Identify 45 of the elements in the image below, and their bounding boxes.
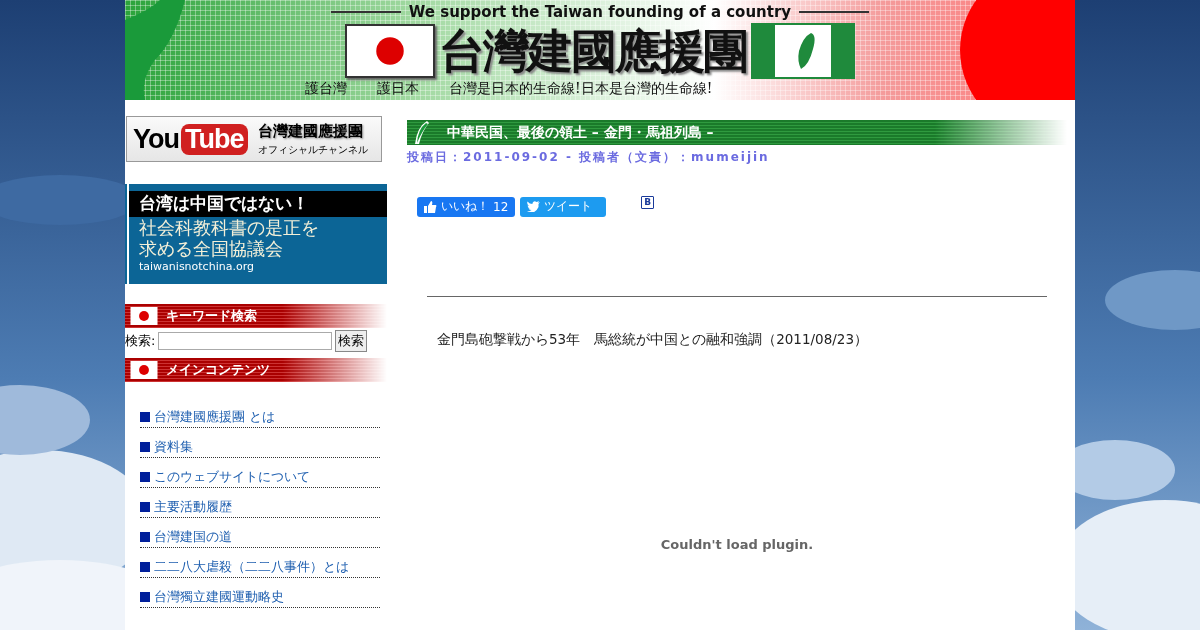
- bullet-icon: [140, 562, 150, 572]
- header-tagline: We support the Taiwan founding of a country: [408, 3, 792, 21]
- banner-text: 求める全国協議会: [138, 238, 284, 259]
- banner-headline: 台湾は中国ではない！: [129, 191, 387, 217]
- bookmark-button[interactable]: B: [641, 196, 655, 209]
- menu-link[interactable]: 主要活動履歴: [140, 498, 380, 518]
- banner-title: 台灣建國應援團: [257, 121, 364, 141]
- japan-flag-icon: [130, 307, 158, 325]
- menu-link[interactable]: 台灣獨立建國運動略史: [140, 588, 380, 608]
- bullet-icon: [140, 502, 150, 512]
- plugin-message: Couldn't load plugin.: [659, 537, 815, 552]
- bullet-icon: [140, 472, 150, 482]
- leaf-icon: [413, 121, 429, 144]
- bullet-icon: [140, 532, 150, 542]
- like-button[interactable]: いいね！ 12: [417, 196, 516, 217]
- menu-link[interactable]: 台灣建國應援團 とは: [140, 408, 380, 428]
- search-field[interactable]: [158, 332, 333, 350]
- banner-text: 社会科教科書の是正を: [138, 217, 320, 238]
- taiwan-flag-icon: [751, 23, 855, 79]
- bird-icon: [527, 201, 541, 212]
- header-motto: 護台灣: [305, 80, 347, 98]
- menu-link[interactable]: 資料集: [140, 438, 380, 458]
- search-button[interactable]: 検索: [335, 330, 368, 352]
- bullet-icon: [140, 592, 150, 602]
- bullet-icon: [140, 412, 150, 422]
- bullet-icon: [140, 442, 150, 452]
- site-title: 台灣建國應援團: [439, 23, 747, 79]
- logo-text: You: [133, 123, 179, 155]
- thumbs-up-icon: [424, 200, 437, 213]
- search-label: 検索:: [125, 332, 156, 350]
- japan-flag-icon: [130, 361, 158, 379]
- logo-text: Tube: [181, 123, 248, 155]
- menu-link[interactable]: 二二八大虐殺（二二八事件）とは: [140, 558, 380, 578]
- banner-url: taiwanisnotchina.org: [138, 260, 255, 273]
- section-heading: メインコンテンツ: [125, 358, 387, 382]
- section-heading: キーワード検索: [125, 304, 387, 328]
- article-title: 中華民国、最後の領土 – 金門・馬祖列島 –: [447, 123, 714, 142]
- header-motto: 台灣是日本的生命線!日本是台灣的生命線!: [449, 80, 713, 98]
- article-meta: 投稿日：2011-09-02 - 投稿者（文責）：mumeijin: [407, 149, 771, 166]
- banner-subtitle: オフィシャルチャンネル: [257, 142, 368, 157]
- campaign-banner[interactable]: 台湾は中国ではない！ 社会科教科書の是正を 求める全国協議会 taiwanisnotchina.org: [127, 184, 387, 284]
- menu-link[interactable]: このウェブサイトについて: [140, 468, 380, 488]
- header-motto: 護日本: [377, 80, 419, 98]
- menu-link[interactable]: 台灣建国の道: [140, 528, 380, 548]
- article-text: 金門島砲撃戦から53年 馬総統が中国との融和強調（2011/08/23）: [437, 331, 869, 349]
